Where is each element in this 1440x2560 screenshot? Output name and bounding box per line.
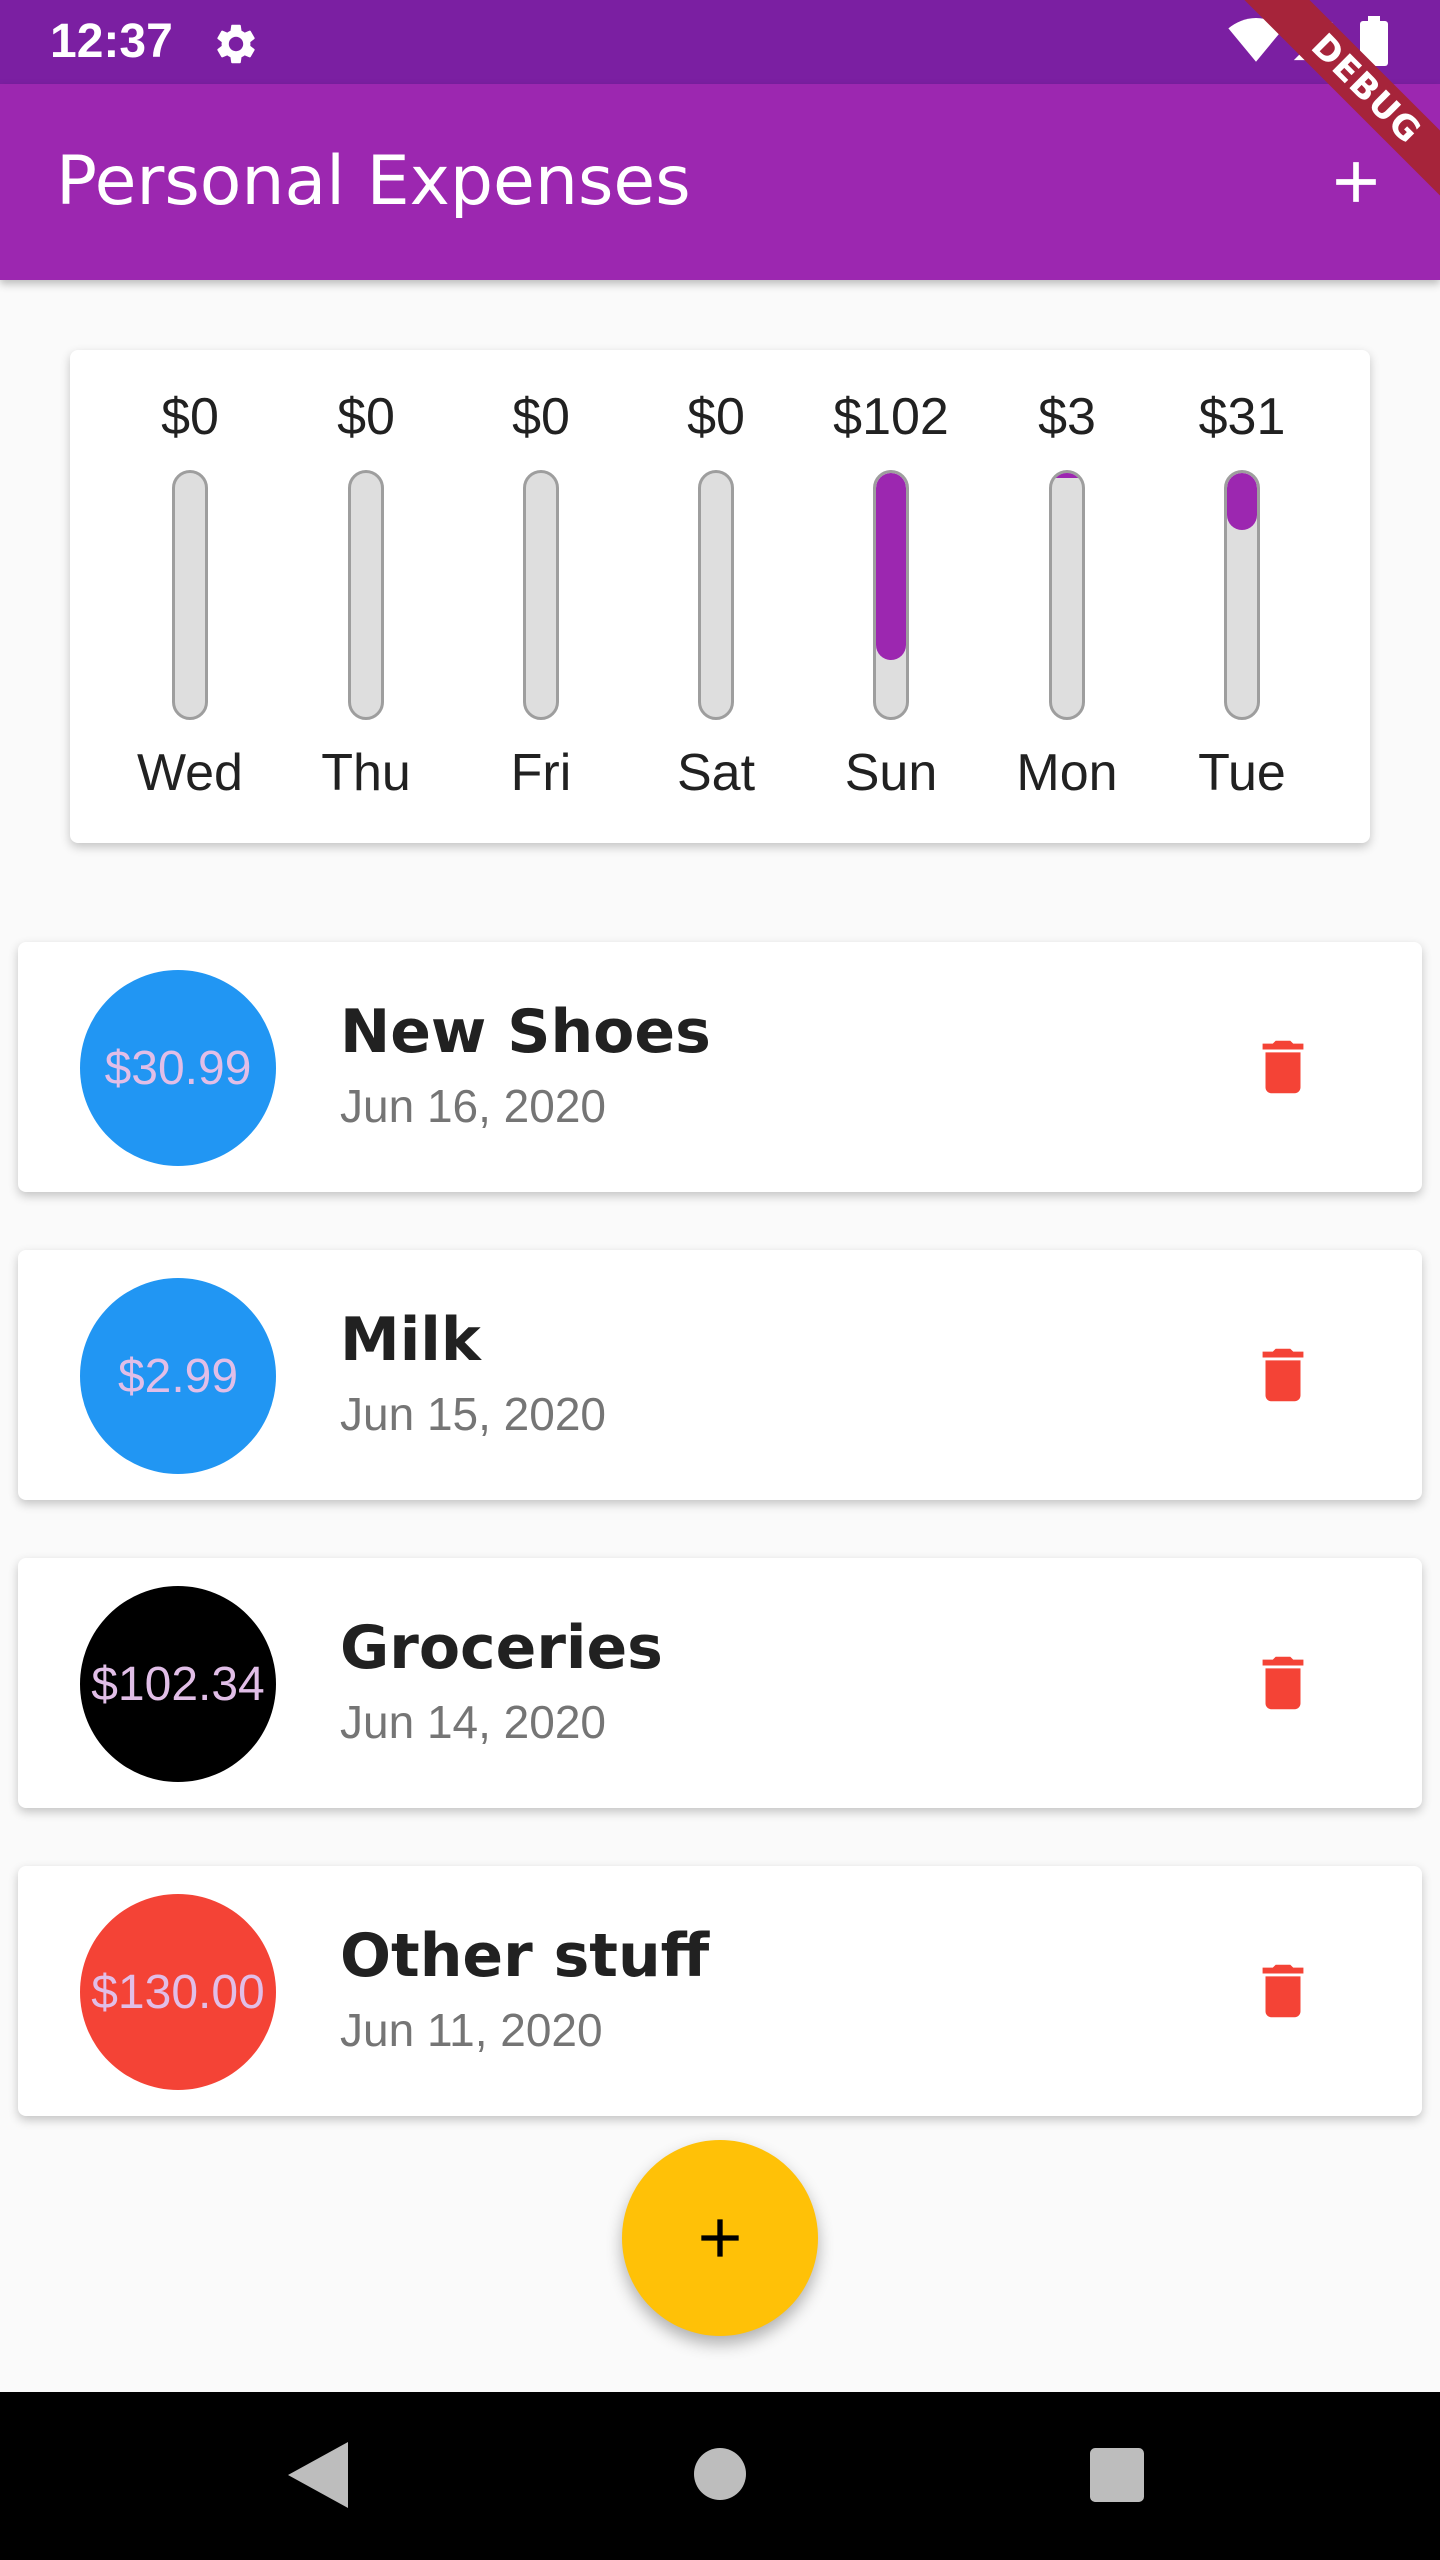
bar-track: [172, 470, 208, 720]
bar-fill: [876, 473, 906, 660]
chart-column-sat: $0 Sat: [628, 350, 804, 843]
list-item: $2.99 Milk Jun 15, 2020: [18, 1250, 1422, 1500]
transaction-date: Jun 14, 2020: [340, 1696, 607, 1748]
trash-icon[interactable]: [1248, 1032, 1318, 1102]
plus-icon[interactable]: [1322, 148, 1390, 216]
trash-icon[interactable]: [1248, 1648, 1318, 1718]
add-transaction-fab[interactable]: [622, 2140, 818, 2336]
chart-day-label: Mon: [1016, 744, 1118, 802]
chart-day-label: Thu: [321, 744, 411, 802]
transaction-title: Milk: [340, 1305, 481, 1375]
chart-amount: $0: [512, 388, 570, 446]
transaction-date: Jun 16, 2020: [340, 1080, 607, 1132]
list-item: $102.34 Groceries Jun 14, 2020: [18, 1558, 1422, 1808]
transaction-title: New Shoes: [340, 997, 711, 1067]
amount-avatar: $2.99: [80, 1278, 276, 1474]
trash-icon[interactable]: [1248, 1956, 1318, 2026]
gear-icon: [217, 24, 255, 64]
amount-avatar: $30.99: [80, 970, 276, 1166]
bar-track: [523, 470, 559, 720]
home-icon[interactable]: [694, 2448, 746, 2500]
status-bar: 12:37: [0, 0, 1440, 84]
chart-amount: $0: [687, 388, 745, 446]
chart-day-label: Tue: [1198, 744, 1286, 802]
chart-amount: $0: [161, 388, 219, 446]
chart-column-sun: $102 Sun: [803, 350, 979, 843]
page-title: Personal Expenses: [56, 142, 691, 221]
system-nav-bar: [0, 2392, 1440, 2560]
chart-amount: $102: [833, 388, 949, 446]
amount-avatar: $102.34: [80, 1586, 276, 1782]
app-screen: 12:37 Personal Expenses DEBUG $0 Wed $0: [0, 0, 1440, 2560]
chart-amount: $31: [1198, 388, 1286, 446]
transaction-title: Groceries: [340, 1613, 663, 1683]
chart-amount: $3: [1038, 388, 1096, 446]
chart-column-wed: $0 Wed: [102, 350, 278, 843]
chart-day-label: Fri: [510, 744, 572, 802]
bar-track: [1224, 470, 1260, 720]
back-icon[interactable]: [288, 2442, 348, 2508]
bar-track: [1049, 470, 1085, 720]
chart-column-thu: $0 Thu: [278, 350, 454, 843]
list-item: $30.99 New Shoes Jun 16, 2020: [18, 942, 1422, 1192]
bar-fill: [1227, 473, 1257, 530]
amount-avatar: $130.00: [80, 1894, 276, 2090]
transaction-title: Other stuff: [340, 1921, 710, 1991]
bar-track: [873, 470, 909, 720]
bar-fill: [1052, 473, 1082, 479]
chart-column-mon: $3 Mon: [979, 350, 1155, 843]
transaction-date: Jun 15, 2020: [340, 1388, 607, 1440]
plus-icon: [701, 2219, 739, 2257]
weekly-chart: $0 Wed $0 Thu $0 Fri $0 Sat $102 Sun $3 …: [70, 350, 1370, 843]
status-time: 12:37: [50, 15, 173, 68]
recents-icon[interactable]: [1090, 2448, 1144, 2502]
chart-day-label: Sat: [676, 744, 756, 802]
chart-day-label: Sun: [844, 744, 938, 802]
transaction-date: Jun 11, 2020: [340, 2004, 603, 2056]
bar-track: [348, 470, 384, 720]
chart-column-fri: $0 Fri: [453, 350, 629, 843]
chart-day-label: Wed: [137, 744, 243, 802]
trash-icon[interactable]: [1248, 1340, 1318, 1410]
chart-column-tue: $31 Tue: [1154, 350, 1330, 843]
app-bar: Personal Expenses: [0, 84, 1440, 280]
chart-amount: $0: [337, 388, 395, 446]
list-item: $130.00 Other stuff Jun 11, 2020: [18, 1866, 1422, 2116]
bar-track: [698, 470, 734, 720]
